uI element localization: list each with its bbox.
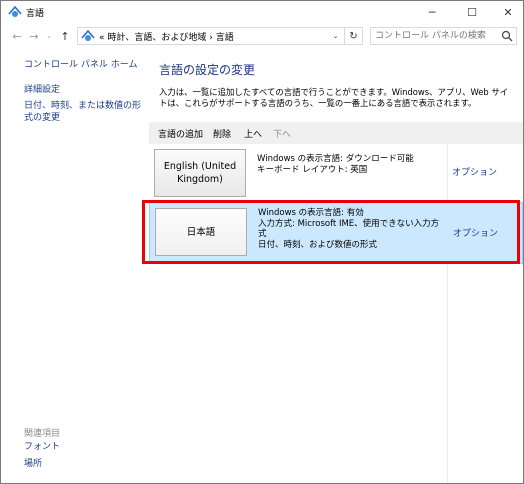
search-input[interactable]: [371, 28, 499, 44]
language-button-japanese[interactable]: 日本語: [155, 208, 247, 256]
maximize-button[interactable]: ☐: [457, 1, 487, 23]
language-info-japanese: Windows の表示言語: 有効 入力方式: Microsoft IME、使用…: [258, 208, 444, 250]
title-bar: 言語 ─ ☐ ✕: [1, 1, 523, 23]
date-time-format-link[interactable]: 日付、時刻、または数値の形式の変更: [24, 100, 146, 124]
recent-locations-button[interactable]: ⌄: [41, 28, 57, 44]
control-panel-icon: [81, 29, 95, 41]
control-panel-home-link[interactable]: コントロール パネル ホーム: [24, 59, 137, 71]
options-link-japanese[interactable]: オプション: [453, 226, 498, 239]
related-header: 関連項目: [24, 429, 61, 439]
language-list: English (United Kingdom) Windows の表示言語: …: [149, 144, 523, 483]
advanced-settings-link[interactable]: 詳細設定: [24, 84, 60, 96]
remove-language-button[interactable]: 削除: [213, 127, 231, 140]
move-up-button[interactable]: 上へ: [244, 127, 262, 140]
language-info-line: キーボード レイアウト: 英国: [257, 164, 368, 175]
language-row-japanese[interactable]: 日本語 Windows の表示言語: 有効 入力方式: Microsoft IM…: [149, 202, 523, 264]
language-window: 言語 ─ ☐ ✕ ← → ⌄ ↑ « 時計、言語、および地域 › 言語 ⌄ ↻: [0, 0, 524, 484]
language-button-english-uk[interactable]: English (United Kingdom): [154, 149, 246, 197]
language-info-line: 日付、時刻、および数値の形式: [258, 239, 378, 250]
address-dropdown-icon[interactable]: ⌄: [326, 28, 344, 44]
move-down-button[interactable]: 下へ: [273, 127, 291, 140]
page-description: 入力は、一覧に追加したすべての言語で行うことができます。Windows、アプリ、…: [159, 87, 509, 108]
language-app-icon: [8, 5, 22, 17]
close-button[interactable]: ✕: [493, 1, 523, 23]
location-link[interactable]: 場所: [24, 458, 42, 470]
window-title: 言語: [26, 9, 45, 19]
language-row-english-uk[interactable]: English (United Kingdom) Windows の表示言語: …: [149, 144, 523, 202]
language-info-english-uk: Windows の表示言語: ダウンロード可能 キーボード レイアウト: 英国: [257, 154, 443, 175]
left-navigation-pane: コントロール パネル ホーム 詳細設定 日付、時刻、または数値の形式の変更 関連…: [1, 47, 149, 483]
language-toolbar: 言語の追加 削除 上へ 下へ: [149, 122, 523, 144]
up-button[interactable]: ↑: [57, 28, 73, 44]
search-icon[interactable]: [501, 30, 513, 42]
navigation-bar: ← → ⌄ ↑ « 時計、言語、および地域 › 言語 ⌄ ↻: [1, 25, 523, 47]
search-box[interactable]: [370, 27, 517, 45]
add-language-button[interactable]: 言語の追加: [158, 127, 203, 140]
address-bar[interactable]: « 時計、言語、および地域 › 言語 ⌄: [77, 27, 345, 45]
address-path[interactable]: « 時計、言語、および地域 › 言語: [99, 30, 234, 43]
language-info-line: Windows の表示言語: 有効: [258, 208, 364, 218]
forward-button[interactable]: →: [26, 28, 42, 44]
minimize-button[interactable]: ─: [417, 1, 447, 23]
back-button[interactable]: ←: [9, 28, 25, 44]
main-content: 言語の設定の変更 入力は、一覧に追加したすべての言語で行うことができます。Win…: [149, 47, 523, 483]
language-info-line: 入力方式: Microsoft IME、使用できない入力方式: [258, 218, 440, 240]
refresh-button[interactable]: ↻: [345, 27, 363, 45]
fonts-link[interactable]: フォント: [24, 441, 60, 453]
language-info-line: Windows の表示言語: ダウンロード可能: [257, 154, 414, 164]
options-link-english-uk[interactable]: オプション: [452, 165, 497, 178]
page-title: 言語の設定の変更: [159, 63, 256, 77]
